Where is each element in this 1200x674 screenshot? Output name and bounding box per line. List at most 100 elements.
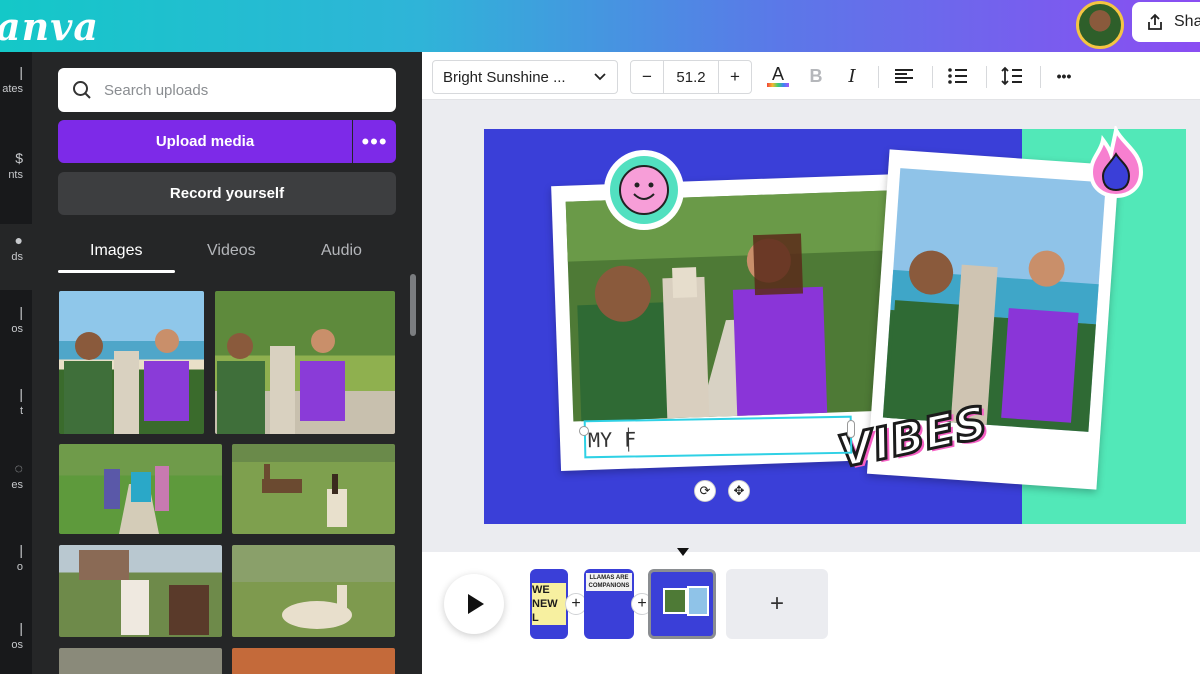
audio-icon: |	[19, 542, 23, 558]
upload-thumbnail[interactable]	[59, 291, 204, 434]
rail-item-videos[interactable]: | os	[0, 620, 32, 651]
playhead-marker[interactable]	[677, 548, 689, 556]
record-yourself-button[interactable]: Record yourself	[58, 172, 396, 215]
rail-label: os	[11, 639, 23, 651]
rail-item-elements[interactable]: $ nts	[0, 150, 32, 181]
upload-thumbnail[interactable]	[215, 291, 395, 434]
active-tab-indicator	[58, 270, 175, 273]
plus-icon: +	[571, 595, 581, 612]
font-size-value[interactable]: 51.2	[663, 61, 719, 93]
resize-handle-left[interactable]	[579, 426, 589, 436]
toolbar-divider	[878, 66, 879, 88]
share-label: Sha	[1174, 13, 1200, 30]
decrease-size-button[interactable]: −	[631, 61, 663, 93]
page-thumbnail-text: WE NEW L	[532, 583, 566, 625]
field-llamas-photo	[262, 464, 347, 527]
upload-more-button[interactable]: •••	[353, 120, 396, 163]
rail-label: o	[16, 561, 23, 573]
text-toolbar: Bright Sunshine ... − 51.2 + A B I •••	[422, 52, 1200, 100]
font-selector[interactable]: Bright Sunshine ...	[432, 60, 618, 94]
upload-thumbnail[interactable]	[59, 545, 222, 637]
text-color-icon: A	[771, 64, 784, 84]
text-color-button[interactable]: A	[764, 64, 792, 88]
tab-videos[interactable]: Videos	[207, 242, 256, 260]
path-llama-photo	[104, 466, 169, 534]
add-page-button[interactable]: +	[726, 569, 828, 639]
font-size-stepper: − 51.2 +	[630, 60, 752, 94]
increase-size-button[interactable]: +	[719, 61, 751, 93]
videos-icon: |	[19, 620, 23, 636]
user-avatar[interactable]	[1076, 1, 1124, 49]
rotate-button[interactable]: ⟳	[694, 480, 716, 502]
more-options-button[interactable]: •••	[1052, 64, 1076, 88]
rail-label: os	[11, 323, 23, 335]
align-left-icon	[895, 69, 913, 83]
rail-item-photos[interactable]: | os	[0, 304, 32, 335]
tab-audio[interactable]: Audio	[321, 242, 362, 260]
garden-llama-photo	[217, 329, 345, 434]
toolbar-divider	[986, 66, 987, 88]
search-icon	[73, 81, 91, 99]
media-tabs: Images Videos Audio	[58, 230, 396, 274]
play-button[interactable]	[444, 574, 504, 634]
rail-item-audio[interactable]: | o	[0, 542, 32, 573]
grazing-alpaca-photo	[282, 585, 352, 629]
page-thumbnail-3-active[interactable]	[648, 569, 716, 639]
line-spacing-icon	[1001, 66, 1022, 86]
spacing-button[interactable]	[1000, 64, 1024, 88]
move-icon: ✥	[733, 483, 745, 498]
page-thumbnail-2[interactable]: LLAMAS ARE COMPANIONS	[584, 569, 634, 639]
upload-thumbnail[interactable]	[232, 444, 395, 534]
toolbar-divider	[1040, 66, 1041, 88]
top-bar: anva Sha	[0, 0, 1200, 52]
elements-icon: $	[15, 150, 23, 166]
italic-button[interactable]: I	[842, 64, 862, 88]
share-button[interactable]: Sha	[1132, 2, 1200, 42]
alpacas-barn-photo	[79, 550, 209, 635]
smiley-face-icon	[619, 165, 669, 215]
text-icon: |	[19, 386, 23, 402]
uploads-panel: Upload media ••• Record yourself Images …	[32, 52, 422, 674]
photos-icon: |	[19, 304, 23, 320]
plus-icon: +	[637, 595, 647, 612]
align-button[interactable]	[892, 64, 916, 88]
list-button[interactable]	[946, 64, 970, 88]
smiley-sticker[interactable]	[604, 150, 684, 230]
rail-label: nts	[8, 169, 23, 181]
rail-item-styles[interactable]: ◌ es	[0, 460, 32, 491]
chevron-down-icon	[594, 73, 606, 81]
resize-handle-right[interactable]	[847, 420, 855, 438]
upload-thumbnail[interactable]	[59, 444, 222, 534]
search-box[interactable]	[58, 68, 396, 112]
rail-item-uploads[interactable]: ● ds	[0, 224, 32, 290]
page-thumbnail-photo	[687, 586, 709, 616]
toolbar-divider	[932, 66, 933, 88]
flame-sticker[interactable]	[1083, 126, 1149, 200]
upload-thumbnail[interactable]	[59, 648, 222, 674]
rail-item-text[interactable]: | t	[0, 386, 32, 417]
font-name: Bright Sunshine ...	[443, 68, 566, 86]
uploads-icon: ●	[14, 232, 23, 248]
page-thumbnail-photo	[663, 588, 687, 614]
rail-label: ates	[2, 83, 23, 95]
rail-item-templates[interactable]: | ates	[0, 64, 32, 95]
page-thumbnail-text: LLAMAS ARE COMPANIONS	[586, 573, 632, 591]
tab-images[interactable]: Images	[90, 242, 142, 260]
rail-label: ds	[11, 251, 23, 263]
search-input[interactable]	[104, 81, 364, 99]
rail-label: t	[19, 405, 23, 417]
panel-scrollbar[interactable]	[410, 274, 416, 336]
upload-thumbnail[interactable]	[232, 648, 395, 674]
rail-label: es	[11, 479, 23, 491]
move-button[interactable]: ✥	[728, 480, 750, 502]
upload-media-button[interactable]: Upload media	[58, 120, 352, 163]
canva-logo[interactable]: anva	[0, 4, 99, 49]
text-box-selected[interactable]: MY F	[583, 415, 853, 459]
play-icon	[468, 594, 484, 614]
page-thumbnail-1[interactable]: WE NEW L	[530, 569, 568, 639]
bold-button[interactable]: B	[806, 64, 826, 88]
rainbow-bar	[767, 83, 789, 87]
upload-thumbnail[interactable]	[232, 545, 395, 637]
templates-icon: |	[19, 64, 23, 80]
share-icon	[1148, 13, 1162, 30]
